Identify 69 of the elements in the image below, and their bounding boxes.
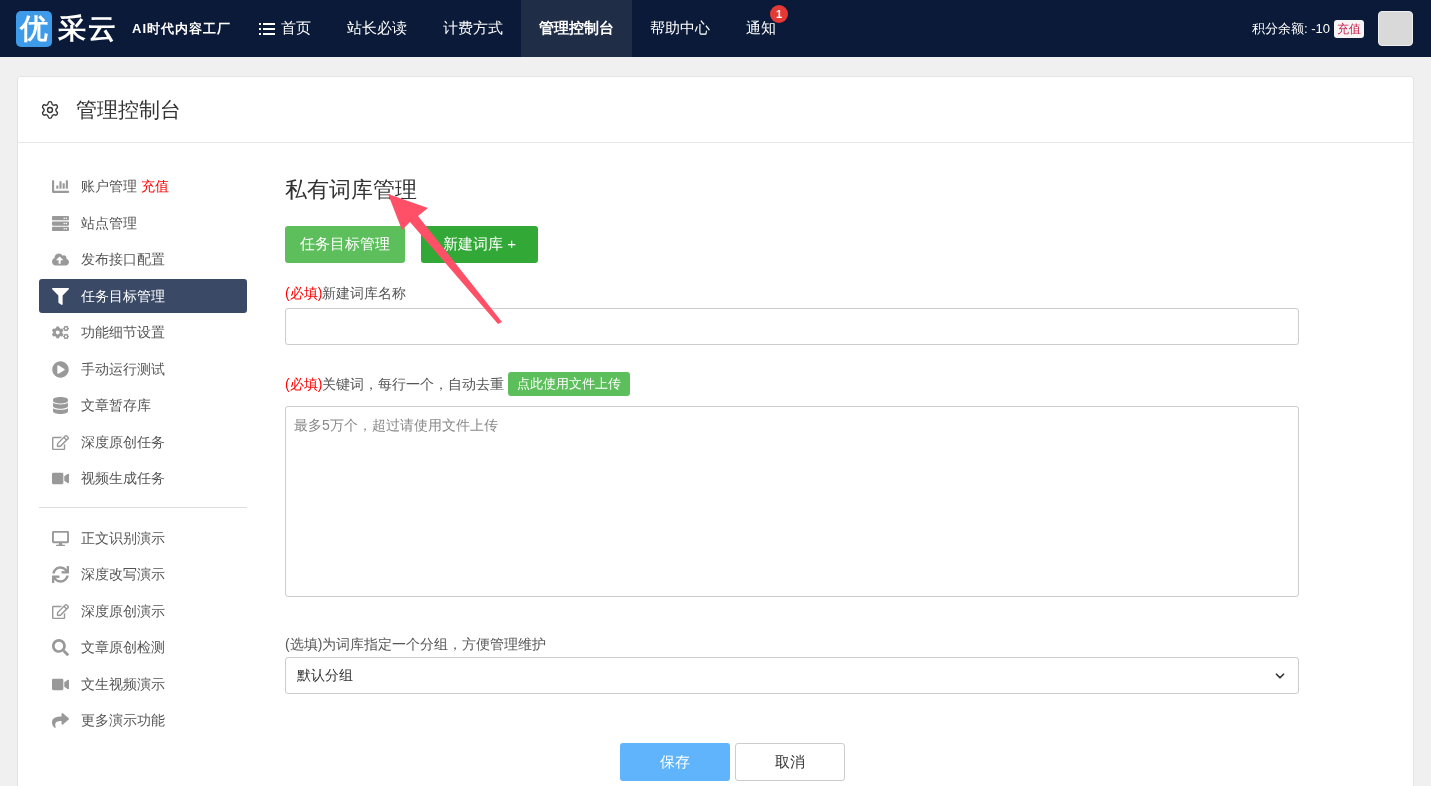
search-icon — [52, 639, 69, 656]
gears-icon — [52, 324, 69, 341]
cancel-button[interactable]: 取消 — [734, 743, 845, 781]
field-label: (选填)为词库指定一个分组，方便管理维护 — [285, 634, 547, 654]
sidebar-label: 深度改写演示 — [81, 565, 165, 584]
sidebar-item[interactable]: 深度改写演示 — [39, 557, 247, 592]
edit-icon — [52, 602, 69, 620]
video-camera-icon — [52, 470, 69, 487]
avatar-image[interactable] — [1378, 11, 1413, 46]
logo-mark: 优 — [16, 10, 52, 47]
nav-link[interactable]: 管理控制台 — [521, 0, 632, 57]
server-icon — [52, 214, 69, 232]
sidebar-label: 站点管理 — [81, 213, 137, 233]
sidebar-label: 功能细节设置 — [81, 323, 165, 342]
field-label: (必填)新建词库名称 — [285, 283, 407, 303]
sidebar-item[interactable]: 文章暂存库 — [39, 388, 247, 423]
share-arrow-icon — [52, 712, 69, 729]
sidebar-label: 正文识别演示 — [81, 528, 165, 548]
menu-icon — [259, 21, 275, 36]
field-label: (必填)关键词，每行一个，自动去重 — [285, 374, 505, 394]
nav-link[interactable]: 站长必读 — [329, 0, 425, 57]
sidebar-label: 文生视频演示 — [81, 674, 165, 694]
sidebar-item[interactable]: 更多演示功能 — [39, 703, 247, 738]
recharge-tag[interactable]: 充值 — [141, 176, 169, 197]
input-field[interactable] — [285, 308, 1299, 345]
nav-link[interactable]: 帮助中心 — [632, 0, 728, 57]
sidebar-item[interactable]: 文章原创检测 — [39, 630, 247, 665]
sidebar-item[interactable]: 正文识别演示 — [39, 521, 247, 555]
recharge-link[interactable]: 充值 — [1334, 19, 1364, 38]
sidebar-item[interactable]: 发布接口配置 — [39, 242, 247, 277]
database-icon — [52, 397, 69, 414]
points-balance: 积分余额: -10 — [1252, 19, 1330, 38]
sidebar-item[interactable]: 深度原创任务 — [39, 425, 247, 459]
logo-name: 采云 — [58, 10, 118, 47]
sidebar-item[interactable]: 视频生成任务 — [39, 461, 247, 496]
sidebar-item[interactable]: 功能细节设置 — [39, 315, 247, 350]
logo-tagline: AI时代内容工厂 — [132, 19, 231, 38]
page-heading: 私有词库管理 — [285, 176, 418, 204]
edit-icon — [52, 433, 69, 451]
filter-icon — [52, 287, 69, 305]
sidebar-label: 视频生成任务 — [81, 469, 165, 488]
monitor-icon — [52, 529, 69, 547]
sidebar-label: 任务目标管理 — [81, 286, 165, 306]
sidebar-label: 文章原创检测 — [81, 638, 165, 657]
sidebar-label: 文章暂存库 — [81, 396, 151, 415]
notification-badge: 1 — [770, 5, 788, 23]
sidebar-label: 深度原创演示 — [81, 601, 165, 621]
nav-link[interactable]: 通知 1 — [728, 0, 794, 57]
nav-link[interactable]: 计费方式 — [425, 0, 521, 57]
sidebar-item[interactable]: 手动运行测试 — [39, 352, 247, 386]
group-select[interactable]: 默认分组 — [285, 657, 1299, 694]
sidebar-label: 账户管理 — [81, 177, 137, 196]
sidebar-label: 手动运行测试 — [81, 359, 165, 379]
sidebar-item[interactable]: 账户管理 充值 — [39, 169, 247, 204]
keywords-textarea[interactable]: 最多5万个，超过请使用文件上传 — [285, 406, 1299, 597]
nav-link[interactable]: 首页 — [241, 0, 329, 57]
refresh-icon — [52, 566, 69, 583]
sidebar-item[interactable]: 深度原创演示 — [39, 594, 247, 628]
sidebar-item[interactable]: 站点管理 — [39, 206, 247, 240]
play-icon — [52, 360, 69, 378]
settings-icon — [40, 99, 60, 120]
sidebar-item[interactable]: 任务目标管理 — [39, 279, 247, 313]
cloud-upload-icon — [52, 251, 69, 268]
sidebar-item[interactable]: 文生视频演示 — [39, 667, 247, 701]
bar-chart-icon — [52, 178, 69, 195]
sidebar-label: 深度原创任务 — [81, 432, 165, 452]
sidebar-label: 发布接口配置 — [81, 250, 165, 269]
panel-title: 管理控制台 — [76, 96, 181, 123]
sidebar-label: 更多演示功能 — [81, 711, 165, 730]
